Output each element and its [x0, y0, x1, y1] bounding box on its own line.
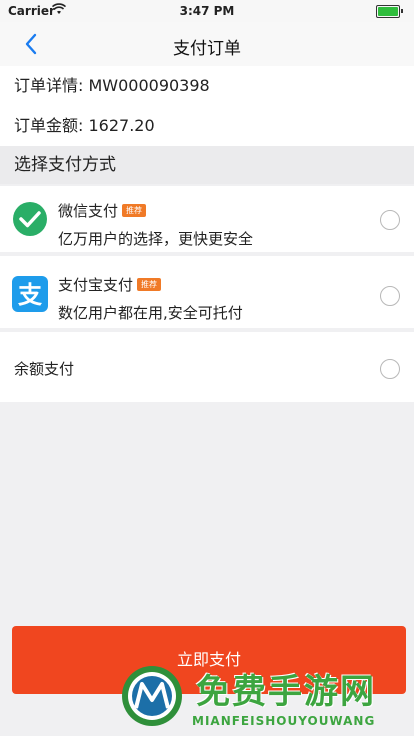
battery-icon: [376, 5, 403, 18]
payment-option-title: 余额支付: [14, 360, 75, 378]
wechat-pay-icon: [13, 202, 47, 236]
watermark-subtext: MIANFEISHOUYOUWANG: [192, 714, 376, 728]
alipay-icon: 支: [12, 276, 48, 312]
clock: 3:47 PM: [179, 4, 235, 18]
payment-option-title: 支付宝支付 推荐: [58, 274, 162, 295]
payment-option-wechat[interactable]: 微信支付 推荐 亿万用户的选择，更快更安全: [0, 186, 414, 252]
payment-option-description: 亿万用户的选择，更快更安全: [58, 230, 254, 248]
page-title: 支付订单: [173, 39, 241, 59]
section-title: 选择支付方式: [0, 146, 414, 184]
recommend-badge: 推荐: [122, 204, 147, 217]
radio-button[interactable]: [380, 210, 400, 230]
pay-now-button[interactable]: 立即支付: [12, 626, 406, 694]
status-bar: Carrier 3:47 PM: [0, 0, 414, 22]
payment-option-balance[interactable]: 余额支付: [0, 332, 414, 402]
payment-option-title: 微信支付 推荐: [58, 200, 147, 221]
order-amount: 订单金额: 1627.20: [0, 106, 414, 146]
order-detail: 订单详情: MW000090398: [0, 66, 414, 106]
payment-option-description: 数亿用户都在用,安全可托付: [58, 304, 243, 322]
recommend-badge: 推荐: [137, 278, 162, 291]
svg-text:支: 支: [18, 281, 43, 309]
radio-button[interactable]: [380, 359, 400, 379]
payment-option-alipay[interactable]: 支 支付宝支付 推荐 数亿用户都在用,安全可托付: [0, 256, 414, 328]
navigation-bar: 支付订单: [0, 22, 414, 67]
radio-button[interactable]: [380, 286, 400, 306]
